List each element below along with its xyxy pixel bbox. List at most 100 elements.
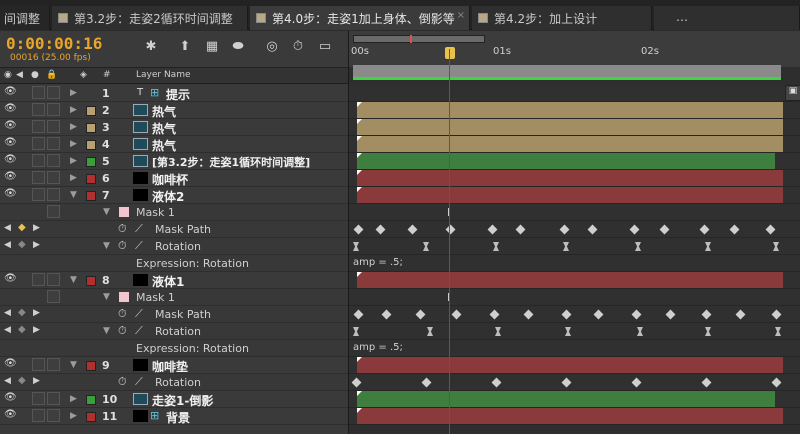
layer-row[interactable]: 👁 ▶ 11 ⊞ 背景 (0, 408, 348, 425)
keyframe-icon[interactable]: ◆ (18, 239, 26, 250)
layer-name-column-header[interactable]: Layer Name (136, 70, 191, 80)
keyframe-icon[interactable]: ◆ (18, 375, 26, 386)
solo-box[interactable] (32, 154, 45, 167)
graph-icon[interactable]: ⟋ (135, 222, 143, 236)
graph-icon[interactable]: ⟋ (135, 307, 143, 321)
layer-name[interactable]: 液体2 (152, 188, 184, 205)
keyframe[interactable] (665, 309, 676, 320)
lock-box[interactable] (47, 392, 60, 405)
layer-name[interactable]: 咖啡垫 (152, 358, 188, 375)
prev-key-icon[interactable]: ◀ (4, 223, 11, 233)
lock-box[interactable] (47, 120, 60, 133)
mask-row[interactable]: ▼ Mask 1 (0, 204, 348, 221)
keyframe[interactable] (353, 309, 364, 320)
prev-key-icon[interactable]: ◀ (4, 308, 11, 318)
keyframe[interactable] (701, 377, 712, 388)
lock-box[interactable] (47, 290, 60, 303)
keyframe[interactable] (735, 309, 746, 320)
layer-row[interactable]: 👁 ▶ 6 咖啡杯 (0, 170, 348, 187)
layer-bar[interactable] (357, 408, 783, 424)
solo-box[interactable] (32, 171, 45, 184)
eye-icon[interactable]: 👁 (4, 273, 18, 286)
expand-icon[interactable]: ▶ (70, 122, 77, 132)
keyframe[interactable] (353, 242, 359, 251)
keyframe[interactable] (565, 327, 571, 336)
prev-key-icon[interactable]: ◀ (4, 376, 11, 386)
keyframe[interactable] (353, 224, 364, 235)
layer-name[interactable]: 背景 (166, 409, 190, 426)
eye-icon[interactable]: 👁 (4, 120, 18, 133)
label-color-swatch[interactable] (86, 191, 96, 201)
label-color-swatch[interactable] (86, 276, 96, 286)
property-row[interactable]: ◀ ◆ ▶ ⏱ ⟋ Mask Path (0, 221, 348, 238)
graph-icon[interactable]: ⟋ (135, 239, 143, 253)
stopwatch-icon[interactable]: ⏱ (118, 222, 127, 236)
lock-box[interactable] (47, 358, 60, 371)
lock-box[interactable] (47, 273, 60, 286)
label-color-swatch[interactable] (86, 106, 96, 116)
lock-box[interactable] (47, 103, 60, 116)
lock-box[interactable] (47, 154, 60, 167)
keyframe[interactable] (561, 377, 572, 388)
expression-track[interactable]: amp = .5; (349, 255, 800, 272)
frame-blend-icon[interactable]: ⬆ (175, 39, 195, 55)
keyframe[interactable] (423, 242, 429, 251)
solo-box[interactable] (32, 86, 45, 99)
keyframe[interactable] (451, 309, 462, 320)
graph-icon[interactable]: ⟋ (135, 375, 143, 389)
solo-box[interactable] (32, 273, 45, 286)
expand-icon[interactable]: ▶ (70, 156, 77, 166)
keyframe-track[interactable] (349, 221, 800, 238)
layer-bar[interactable] (357, 102, 783, 118)
expression-text[interactable]: amp = .5; (353, 257, 403, 268)
lock-box[interactable] (47, 205, 60, 218)
layer-row[interactable]: 👁 ▶ 1 T ⊞ 提示 (0, 85, 348, 102)
layer-row[interactable]: 👁 ▶ 3 热气 (0, 119, 348, 136)
keyframe[interactable] (587, 224, 598, 235)
keyframe[interactable] (701, 309, 712, 320)
keyframe-track[interactable] (349, 306, 800, 323)
solo-box[interactable] (32, 120, 45, 133)
prev-key-icon[interactable]: ◀ (4, 325, 11, 335)
keyframe-track[interactable] (349, 238, 800, 255)
layer-row[interactable]: 👁 ▶ 4 热气 (0, 136, 348, 153)
collapse-icon[interactable]: ▼ (70, 360, 77, 370)
layer-row[interactable]: 👁 ▶ 10 走姿1-倒影 (0, 391, 348, 408)
lock-box[interactable] (47, 137, 60, 150)
close-icon[interactable]: × (457, 10, 465, 21)
label-color-swatch[interactable] (86, 361, 96, 371)
work-area-bar[interactable] (353, 35, 485, 43)
collapse-icon[interactable]: ▼ (70, 275, 77, 285)
eye-icon[interactable]: 👁 (4, 154, 18, 167)
keyframe[interactable] (491, 377, 502, 388)
keyframe[interactable] (375, 224, 386, 235)
label-color-swatch[interactable] (86, 412, 96, 422)
lock-box[interactable] (47, 409, 60, 422)
motion-blur-icon[interactable]: ▦ (202, 39, 222, 55)
current-time-indicator[interactable] (445, 47, 455, 59)
keyframe[interactable] (593, 309, 604, 320)
keyframe[interactable] (729, 224, 740, 235)
keyframe[interactable] (559, 224, 570, 235)
keyframe-icon[interactable]: ◆ (18, 307, 26, 318)
keyframe-icon[interactable]: ◆ (18, 324, 26, 335)
keyframe[interactable] (775, 327, 781, 336)
property-name[interactable]: Mask Path (155, 308, 211, 321)
layer-bar[interactable] (357, 391, 775, 407)
keyframe[interactable] (771, 377, 782, 388)
keyframe-track[interactable] (349, 374, 800, 391)
label-color-swatch[interactable] (86, 157, 96, 167)
stopwatch-icon[interactable]: ⏱ (118, 324, 127, 338)
next-key-icon[interactable]: ▶ (33, 223, 40, 233)
stopwatch-icon[interactable]: ⏱ (118, 239, 127, 253)
keyframe[interactable] (407, 224, 418, 235)
property-name[interactable]: Rotation (155, 325, 201, 338)
timeline-panel[interactable]: 00s 01s 02s I (348, 31, 800, 434)
keyframe[interactable] (631, 377, 642, 388)
mask-color-swatch[interactable] (119, 292, 129, 302)
eye-icon[interactable]: 👁 (4, 86, 18, 99)
eye-icon[interactable]: 👁 (4, 171, 18, 184)
layer-row[interactable]: 👁 ▼ 7 液体2 (0, 187, 348, 204)
keyframe-icon[interactable]: ◆ (18, 222, 26, 233)
expand-icon[interactable]: ▶ (70, 139, 77, 149)
